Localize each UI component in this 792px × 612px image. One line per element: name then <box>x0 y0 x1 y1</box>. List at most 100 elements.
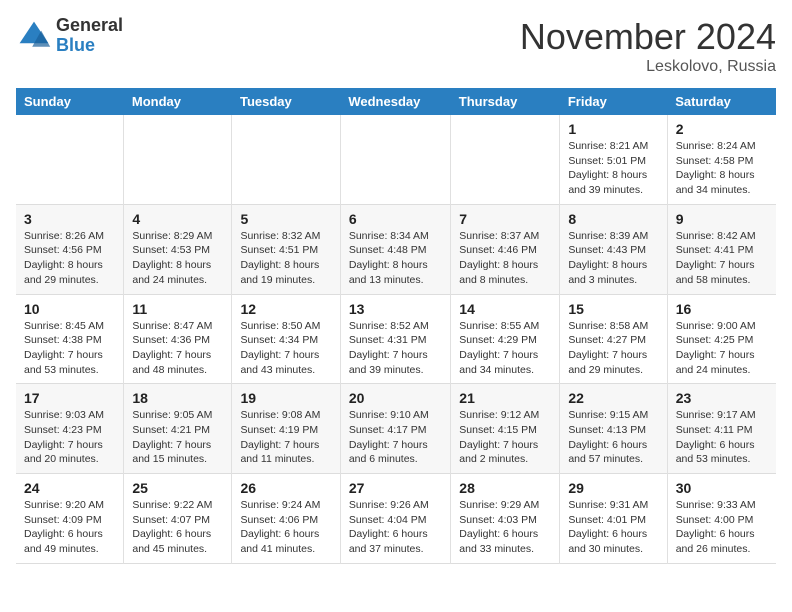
weekday-header-saturday: Saturday <box>667 88 776 115</box>
day-detail: Sunrise: 8:58 AM Sunset: 4:27 PM Dayligh… <box>568 319 658 378</box>
day-number: 7 <box>459 211 551 227</box>
calendar-cell: 15 Sunrise: 8:58 AM Sunset: 4:27 PM Dayli… <box>560 294 667 384</box>
day-detail: Sunrise: 9:12 AM Sunset: 4:15 PM Dayligh… <box>459 408 551 467</box>
day-detail: Sunrise: 9:31 AM Sunset: 4:01 PM Dayligh… <box>568 498 658 557</box>
day-number: 16 <box>676 301 768 317</box>
calendar-cell: 9 Sunrise: 8:42 AM Sunset: 4:41 PM Daylig… <box>667 204 776 294</box>
calendar-cell: 21 Sunrise: 9:12 AM Sunset: 4:15 PM Dayli… <box>451 384 560 474</box>
day-number: 4 <box>132 211 223 227</box>
calendar-cell: 10 Sunrise: 8:45 AM Sunset: 4:38 PM Dayli… <box>16 294 124 384</box>
day-number: 24 <box>24 480 115 496</box>
calendar-table: SundayMondayTuesdayWednesdayThursdayFrid… <box>16 88 776 564</box>
calendar-cell: 27 Sunrise: 9:26 AM Sunset: 4:04 PM Dayli… <box>340 474 450 564</box>
weekday-header-monday: Monday <box>124 88 232 115</box>
calendar-cell: 4Sunrise: 8:29 AM Sunset: 4:53 PM Daylig… <box>124 204 232 294</box>
calendar-cell: 12 Sunrise: 8:50 AM Sunset: 4:34 PM Dayli… <box>232 294 340 384</box>
day-number: 2 <box>676 121 768 137</box>
day-detail: Sunrise: 9:08 AM Sunset: 4:19 PM Dayligh… <box>240 408 331 467</box>
day-detail: Sunrise: 9:10 AM Sunset: 4:17 PM Dayligh… <box>349 408 442 467</box>
weekday-header-wednesday: Wednesday <box>340 88 450 115</box>
day-number: 10 <box>24 301 115 317</box>
calendar-cell: 5 Sunrise: 8:32 AM Sunset: 4:51 PM Daylig… <box>232 204 340 294</box>
calendar-week-3: 10 Sunrise: 8:45 AM Sunset: 4:38 PM Dayli… <box>16 294 776 384</box>
day-detail: Sunrise: 8:52 AM Sunset: 4:31 PM Dayligh… <box>349 319 442 378</box>
weekday-header-friday: Friday <box>560 88 667 115</box>
calendar-cell: 16Sunrise: 9:00 AM Sunset: 4:25 PM Dayli… <box>667 294 776 384</box>
calendar-cell <box>232 115 340 204</box>
day-number: 5 <box>240 211 331 227</box>
day-detail: Sunrise: 9:15 AM Sunset: 4:13 PM Dayligh… <box>568 408 658 467</box>
logo-icon <box>16 18 52 54</box>
day-detail: Sunrise: 8:24 AM Sunset: 4:58 PM Dayligh… <box>676 139 768 198</box>
calendar-cell: 23 Sunrise: 9:17 AM Sunset: 4:11 PM Dayli… <box>667 384 776 474</box>
day-number: 25 <box>132 480 223 496</box>
day-number: 30 <box>676 480 768 496</box>
calendar-cell <box>451 115 560 204</box>
calendar-cell: 17Sunrise: 9:03 AM Sunset: 4:23 PM Dayli… <box>16 384 124 474</box>
month-title: November 2024 <box>520 16 776 58</box>
day-number: 8 <box>568 211 658 227</box>
day-number: 28 <box>459 480 551 496</box>
day-detail: Sunrise: 8:42 AM Sunset: 4:41 PM Dayligh… <box>676 229 768 288</box>
calendar-cell: 24 Sunrise: 9:20 AM Sunset: 4:09 PM Dayli… <box>16 474 124 564</box>
day-number: 27 <box>349 480 442 496</box>
calendar-cell: 3 Sunrise: 8:26 AM Sunset: 4:56 PM Daylig… <box>16 204 124 294</box>
day-number: 20 <box>349 390 442 406</box>
day-number: 11 <box>132 301 223 317</box>
day-number: 9 <box>676 211 768 227</box>
day-detail: Sunrise: 8:34 AM Sunset: 4:48 PM Dayligh… <box>349 229 442 288</box>
header: General Blue November 2024 Leskolovo, Ru… <box>16 16 776 76</box>
weekday-header-thursday: Thursday <box>451 88 560 115</box>
day-detail: Sunrise: 9:33 AM Sunset: 4:00 PM Dayligh… <box>676 498 768 557</box>
day-number: 3 <box>24 211 115 227</box>
calendar-header: SundayMondayTuesdayWednesdayThursdayFrid… <box>16 88 776 115</box>
day-detail: Sunrise: 8:45 AM Sunset: 4:38 PM Dayligh… <box>24 319 115 378</box>
day-detail: Sunrise: 9:22 AM Sunset: 4:07 PM Dayligh… <box>132 498 223 557</box>
calendar-week-5: 24 Sunrise: 9:20 AM Sunset: 4:09 PM Dayli… <box>16 474 776 564</box>
calendar-cell: 8 Sunrise: 8:39 AM Sunset: 4:43 PM Daylig… <box>560 204 667 294</box>
calendar-cell: 30 Sunrise: 9:33 AM Sunset: 4:00 PM Dayli… <box>667 474 776 564</box>
day-number: 18 <box>132 390 223 406</box>
calendar-cell <box>340 115 450 204</box>
day-detail: Sunrise: 9:17 AM Sunset: 4:11 PM Dayligh… <box>676 408 768 467</box>
calendar-cell <box>124 115 232 204</box>
day-detail: Sunrise: 8:37 AM Sunset: 4:46 PM Dayligh… <box>459 229 551 288</box>
day-detail: Sunrise: 8:39 AM Sunset: 4:43 PM Dayligh… <box>568 229 658 288</box>
calendar-cell: 25 Sunrise: 9:22 AM Sunset: 4:07 PM Dayli… <box>124 474 232 564</box>
calendar-cell: 11Sunrise: 8:47 AM Sunset: 4:36 PM Dayli… <box>124 294 232 384</box>
day-detail: Sunrise: 9:20 AM Sunset: 4:09 PM Dayligh… <box>24 498 115 557</box>
day-number: 23 <box>676 390 768 406</box>
day-detail: Sunrise: 8:26 AM Sunset: 4:56 PM Dayligh… <box>24 229 115 288</box>
logo-text: General Blue <box>56 16 123 56</box>
weekday-header-sunday: Sunday <box>16 88 124 115</box>
calendar-cell: 1 Sunrise: 8:21 AM Sunset: 5:01 PM Daylig… <box>560 115 667 204</box>
calendar-cell: 29 Sunrise: 9:31 AM Sunset: 4:01 PM Dayli… <box>560 474 667 564</box>
location: Leskolovo, Russia <box>520 58 776 76</box>
calendar-cell: 19Sunrise: 9:08 AM Sunset: 4:19 PM Dayli… <box>232 384 340 474</box>
calendar-cell <box>16 115 124 204</box>
day-detail: Sunrise: 8:55 AM Sunset: 4:29 PM Dayligh… <box>459 319 551 378</box>
day-detail: Sunrise: 9:26 AM Sunset: 4:04 PM Dayligh… <box>349 498 442 557</box>
day-detail: Sunrise: 9:05 AM Sunset: 4:21 PM Dayligh… <box>132 408 223 467</box>
day-number: 1 <box>568 121 658 137</box>
day-number: 15 <box>568 301 658 317</box>
day-detail: Sunrise: 8:50 AM Sunset: 4:34 PM Dayligh… <box>240 319 331 378</box>
day-number: 12 <box>240 301 331 317</box>
day-number: 22 <box>568 390 658 406</box>
day-detail: Sunrise: 9:03 AM Sunset: 4:23 PM Dayligh… <box>24 408 115 467</box>
calendar-week-4: 17Sunrise: 9:03 AM Sunset: 4:23 PM Dayli… <box>16 384 776 474</box>
day-number: 29 <box>568 480 658 496</box>
calendar-cell: 13Sunrise: 8:52 AM Sunset: 4:31 PM Dayli… <box>340 294 450 384</box>
day-detail: Sunrise: 8:32 AM Sunset: 4:51 PM Dayligh… <box>240 229 331 288</box>
calendar-cell: 26Sunrise: 9:24 AM Sunset: 4:06 PM Dayli… <box>232 474 340 564</box>
calendar-cell: 28 Sunrise: 9:29 AM Sunset: 4:03 PM Dayli… <box>451 474 560 564</box>
day-number: 14 <box>459 301 551 317</box>
day-number: 21 <box>459 390 551 406</box>
calendar-cell: 20 Sunrise: 9:10 AM Sunset: 4:17 PM Dayli… <box>340 384 450 474</box>
day-detail: Sunrise: 9:29 AM Sunset: 4:03 PM Dayligh… <box>459 498 551 557</box>
calendar-week-1: 1 Sunrise: 8:21 AM Sunset: 5:01 PM Daylig… <box>16 115 776 204</box>
calendar-cell: 22 Sunrise: 9:15 AM Sunset: 4:13 PM Dayli… <box>560 384 667 474</box>
day-detail: Sunrise: 8:21 AM Sunset: 5:01 PM Dayligh… <box>568 139 658 198</box>
calendar-cell: 14 Sunrise: 8:55 AM Sunset: 4:29 PM Dayli… <box>451 294 560 384</box>
logo: General Blue <box>16 16 123 56</box>
